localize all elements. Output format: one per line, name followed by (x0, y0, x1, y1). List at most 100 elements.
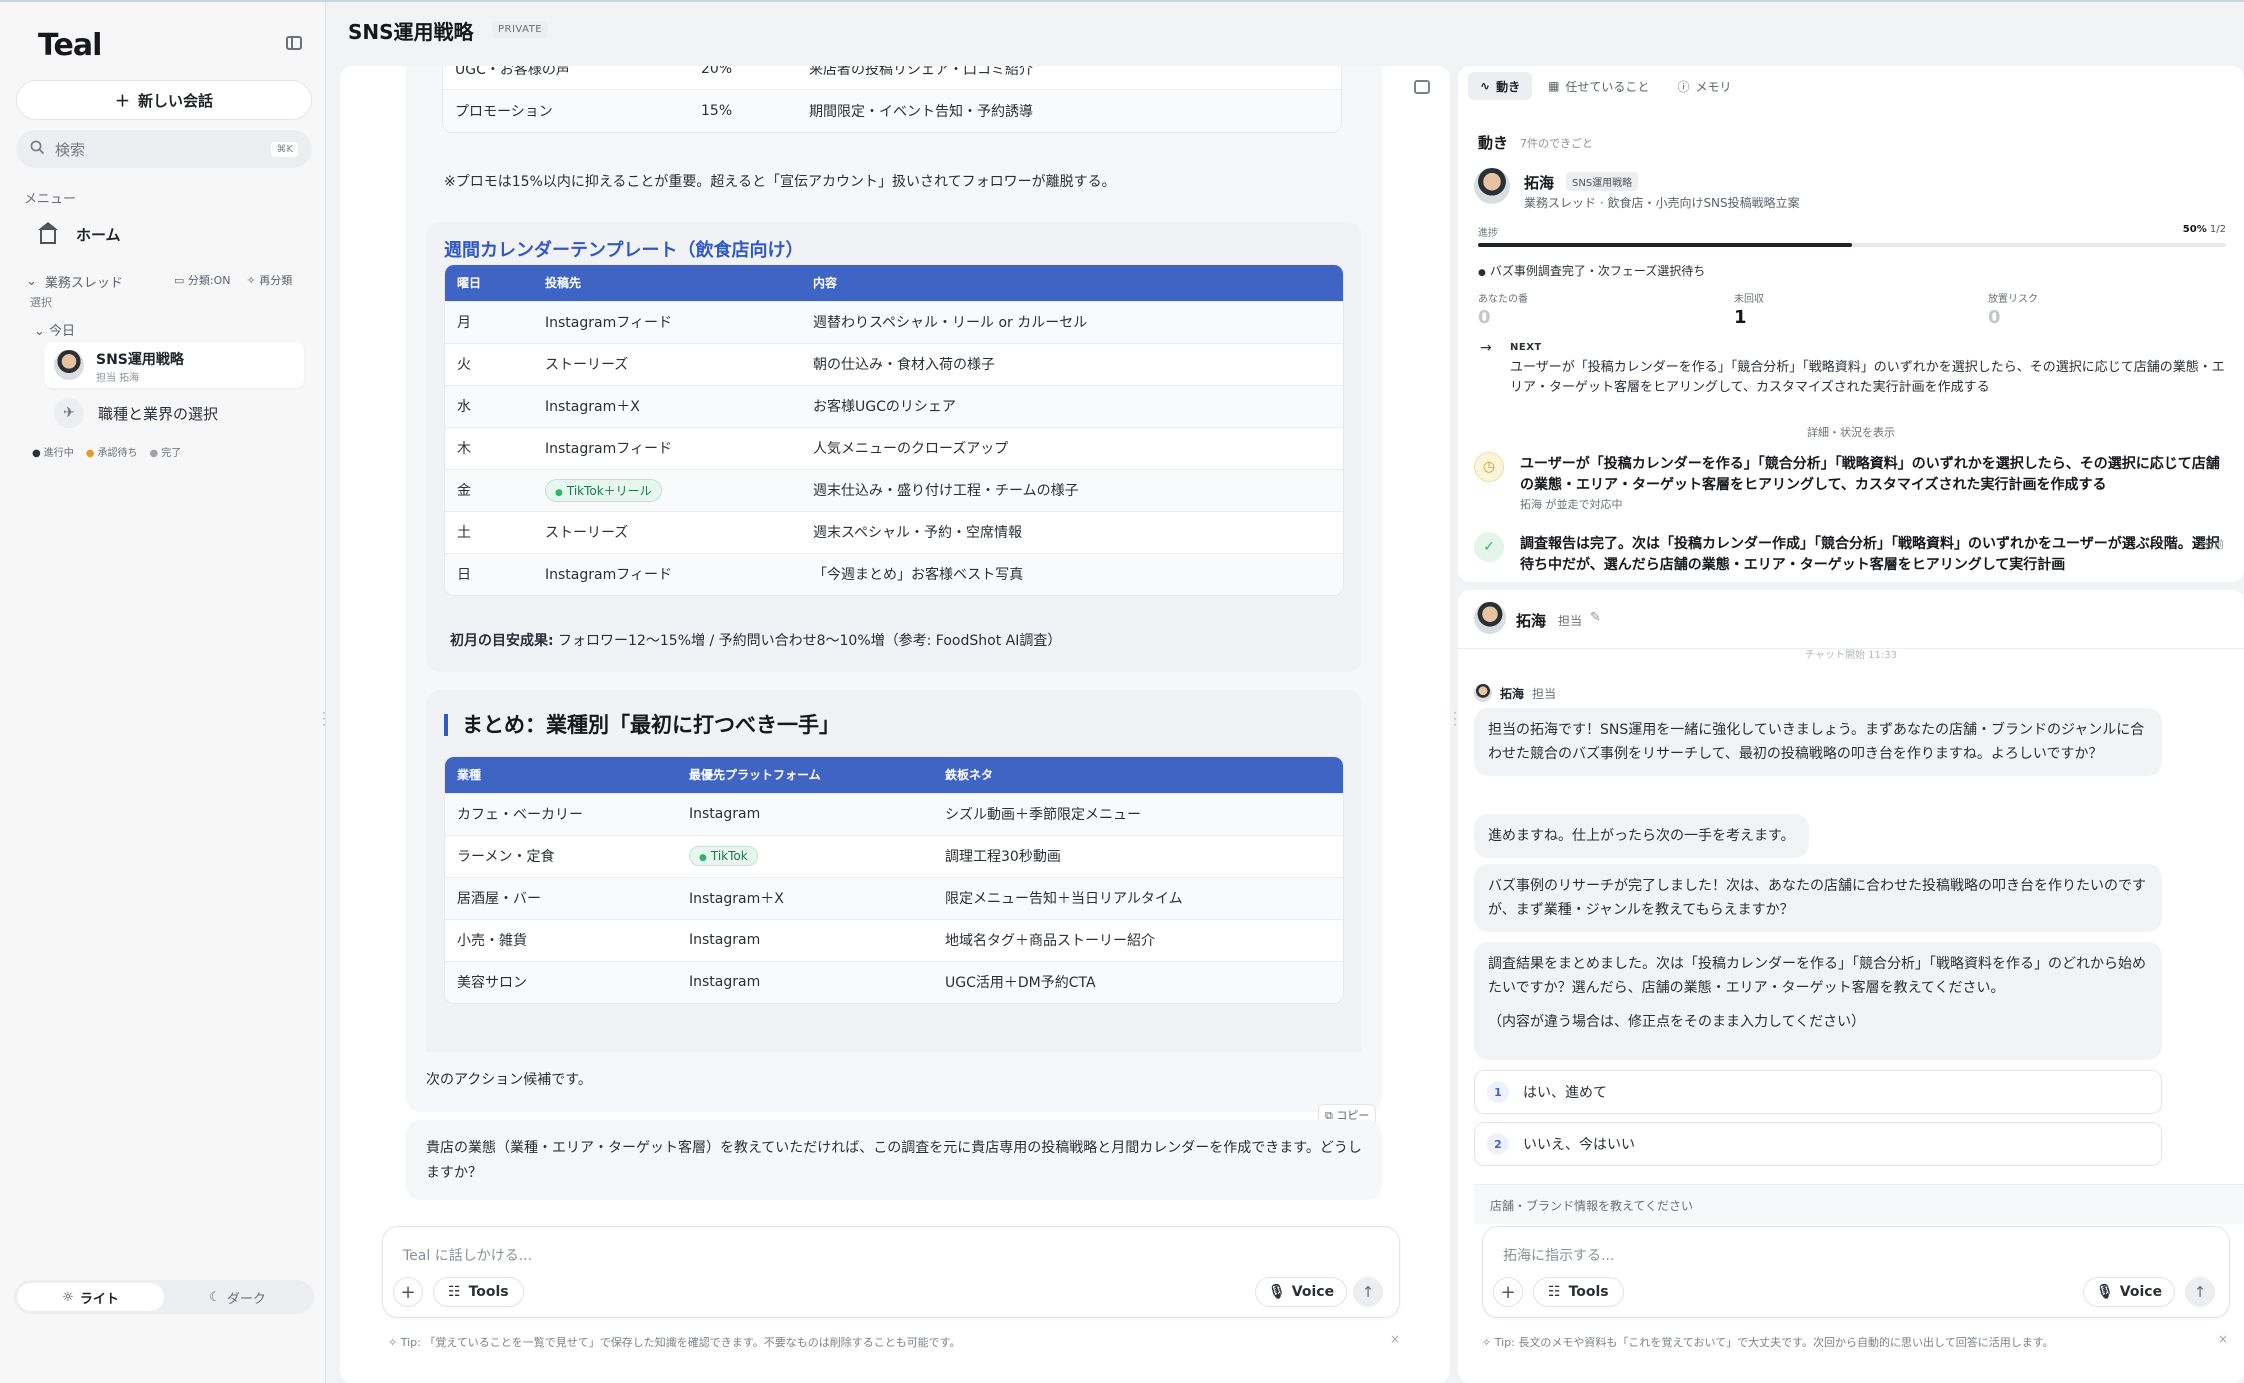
theme-dark-button[interactable]: ☾ ダーク (164, 1283, 311, 1311)
form-hint: 店舗・ブランド情報を教えてください (1474, 1184, 2244, 1224)
sidebar-resize-handle[interactable]: · · · (321, 707, 327, 731)
chat-message-text: 調査結果をまとめました。次は「投稿カレンダーを作る」「競合分析」「戦略資料を作る… (1488, 956, 2146, 996)
search-input[interactable]: 検索 ⌘K (16, 130, 312, 168)
voice-button[interactable]: 🎙 Voice (2083, 1277, 2176, 1307)
attach-button[interactable]: + (1493, 1277, 1523, 1307)
today-group-label[interactable]: ⌄ 今日 (34, 320, 75, 339)
tools-button[interactable]: ☷ Tools (1533, 1277, 1624, 1307)
new-chat-label: 新しい会話 (138, 91, 214, 110)
table-cell: Instagram (677, 918, 933, 961)
theme-toggle: ☼ ライト ☾ ダーク (14, 1280, 314, 1314)
home-icon (38, 221, 58, 244)
chat-panel: UGC・お客様の声 20% 来店者の投稿リシェア・口コミ紹介 プロモーション 15% 期… (340, 66, 1450, 1383)
sliders-icon: ☷ (448, 1284, 461, 1300)
sidebar-thread-sns[interactable]: SNS運用戦略 担当 拓海 (44, 342, 304, 388)
table-row: カフェ・ベーカリー Instagram シズル動画＋季節限定メニュー (445, 792, 1343, 835)
chat-message: バズ事例のリサーチが完了しました！次は、あなたの店舗に合わせた投稿戦略の叩き台を… (1474, 864, 2162, 932)
table-cell: 週替わりスペシャル・リール or カルーセル (801, 300, 1343, 343)
table-cell: 週末スペシャル・予約・空席情報 (801, 510, 1343, 553)
table-row: 木 Instagramフィード 人気メニューのクローズアップ (445, 426, 1343, 469)
threads-section-toggle[interactable]: ⌄ 業務スレッド (26, 272, 123, 291)
clock-icon: ◷ (1474, 452, 1504, 482)
search-shortcut: ⌘K (271, 141, 298, 157)
choice-label: いいえ、今はいい (1523, 1137, 1635, 1153)
attach-button[interactable]: + (393, 1277, 423, 1307)
tiktok-pill: TikTok＋リール (545, 478, 662, 502)
composer-input[interactable]: Teal に話しかける... (403, 1245, 532, 1265)
table-cell: 「今週まとめ」お客様ベスト写真 (801, 552, 1343, 595)
tab-memory-label: メモリ (1695, 79, 1732, 94)
metric-your-turn: あなたの番 0 (1478, 290, 1528, 328)
chat-message: 進めますね。仕上がったら次の一手を考えます。 (1474, 814, 1809, 858)
sidebar-thread-career[interactable]: ✈ 職種と業界の選択 (54, 398, 218, 428)
today-label: 今日 (49, 324, 76, 339)
select-threads-button[interactable]: 選択 (30, 294, 52, 310)
edit-icon[interactable]: ✎ (1590, 610, 1601, 625)
sidebar-collapse-icon[interactable] (286, 36, 302, 50)
choice-option-2[interactable]: 2 いいえ、今はいい (1474, 1122, 2162, 1166)
avatar (1474, 602, 1506, 634)
tab-delegated[interactable]: ▦ 任せていること (1536, 72, 1661, 100)
status-legend: 進行中 承認待ち 完了 (32, 444, 181, 459)
send-button[interactable]: ↑ (1353, 1277, 1383, 1307)
choice-option-1[interactable]: 1 はい、進めて (1474, 1070, 2162, 1114)
summary-table: 業種 最優先プラットフォーム 鉄板ネタ カフェ・ベーカリー Instagram シズ… (444, 756, 1344, 1004)
table-cell: 居酒屋・バー (445, 876, 677, 919)
metric-label: 放置リスク (1988, 294, 2038, 305)
table-cell: 調理工程30秒動画 (933, 834, 1343, 877)
agent-chat-name: 拓海 (1516, 612, 1547, 630)
column-header: 投稿先 (533, 265, 801, 301)
table-cell: 期間限定・イベント告知・予約誘導 (797, 89, 1341, 132)
agent-composer-input[interactable]: 拓海に指示する... (1503, 1245, 1614, 1265)
agent-name: 拓海 (1524, 174, 1555, 192)
chat-message-text: （内容が違う場合は、修正点をそのまま入力してください） (1488, 1014, 1866, 1030)
activity-title: 動き (1478, 134, 1509, 152)
column-header: 内容 (801, 265, 1343, 301)
show-details-link[interactable]: 詳細・状況を表示 (1458, 424, 2244, 440)
avatar (1474, 168, 1510, 204)
choice-label: はい、進めて (1523, 1085, 1607, 1101)
theme-light-button[interactable]: ☼ ライト (17, 1283, 164, 1311)
summary-title: まとめ：業種別「最初に打つべき一手」 (444, 714, 840, 736)
agent-composer-tip: ✧ Tip: 長文のメモや資料も「これを覚えておいて」で大丈夫です。次回から自動… (1482, 1336, 2054, 1349)
send-button[interactable]: ↑ (2185, 1277, 2215, 1307)
table-cell: UGC・お客様の声 (443, 66, 689, 90)
table-cell: Instagram＋X (533, 384, 801, 427)
voice-button[interactable]: 🎙 Voice (1255, 1277, 1348, 1307)
table-cell: Instagramフィード (533, 426, 801, 469)
sort-toggle[interactable]: ▭ 分類:ON (174, 272, 230, 288)
close-tip-icon[interactable]: × (2218, 1332, 2228, 1346)
progress-steps: 1/2 (2209, 224, 2226, 235)
table-cell: Instagram＋X (677, 876, 933, 919)
table-cell: シズル動画＋季節限定メニュー (933, 792, 1343, 835)
new-chat-button[interactable]: ＋ 新しい会話 (16, 80, 312, 120)
sort-toggle-label: 分類:ON (187, 274, 231, 287)
metric-uncollected: 未回収 1 (1734, 290, 1764, 328)
metric-value: 0 (1988, 307, 2001, 328)
table-cell: 限定メニュー告知＋当日リアルタイム (933, 876, 1343, 919)
search-placeholder: 検索 (55, 140, 86, 159)
panel-toggle-icon[interactable] (1414, 80, 1430, 94)
agent-chat-avatar (1474, 602, 1506, 634)
close-tip-icon[interactable]: × (1390, 1332, 1400, 1346)
choice-number: 2 (1487, 1133, 1509, 1155)
tab-activity[interactable]: ∿ 動き (1468, 72, 1533, 100)
table-row: 金 TikTok＋リール 週末仕込み・盛り付け工程・チームの様子 (445, 468, 1343, 511)
tools-button[interactable]: ☷ Tools (433, 1277, 524, 1307)
theme-dark-label: ダーク (226, 1291, 266, 1307)
sidebar-item-home[interactable]: ホーム (38, 221, 121, 245)
thread-title: SNS運用戦略 (96, 352, 184, 368)
table-header-row: 曜日 投稿先 内容 (445, 265, 1343, 301)
calendar-icon: ▦ (1548, 79, 1560, 93)
table-row: 土ストーリーズ 週末スペシャル・予約・空席情報 (445, 510, 1343, 553)
theme-light-label: ライト (79, 1291, 119, 1307)
threads-section-label: 業務スレッド (44, 276, 123, 291)
tab-memory[interactable]: ⓘ メモリ (1665, 72, 1743, 100)
sidebar-item-home-label: ホーム (76, 226, 121, 244)
promo-note: ※プロモは15%以内に抑えることが重要。超えると「宣伝アカウント」扱いされてフォ… (444, 174, 1116, 190)
moon-icon: ☾ (209, 1289, 221, 1305)
reclassify-button[interactable]: ✧ 再分類 (246, 272, 292, 288)
choice-number: 1 (1487, 1081, 1509, 1103)
table-cell: 水 (445, 384, 533, 427)
table-cell: 来店者の投稿リシェア・口コミ紹介 (797, 66, 1341, 90)
